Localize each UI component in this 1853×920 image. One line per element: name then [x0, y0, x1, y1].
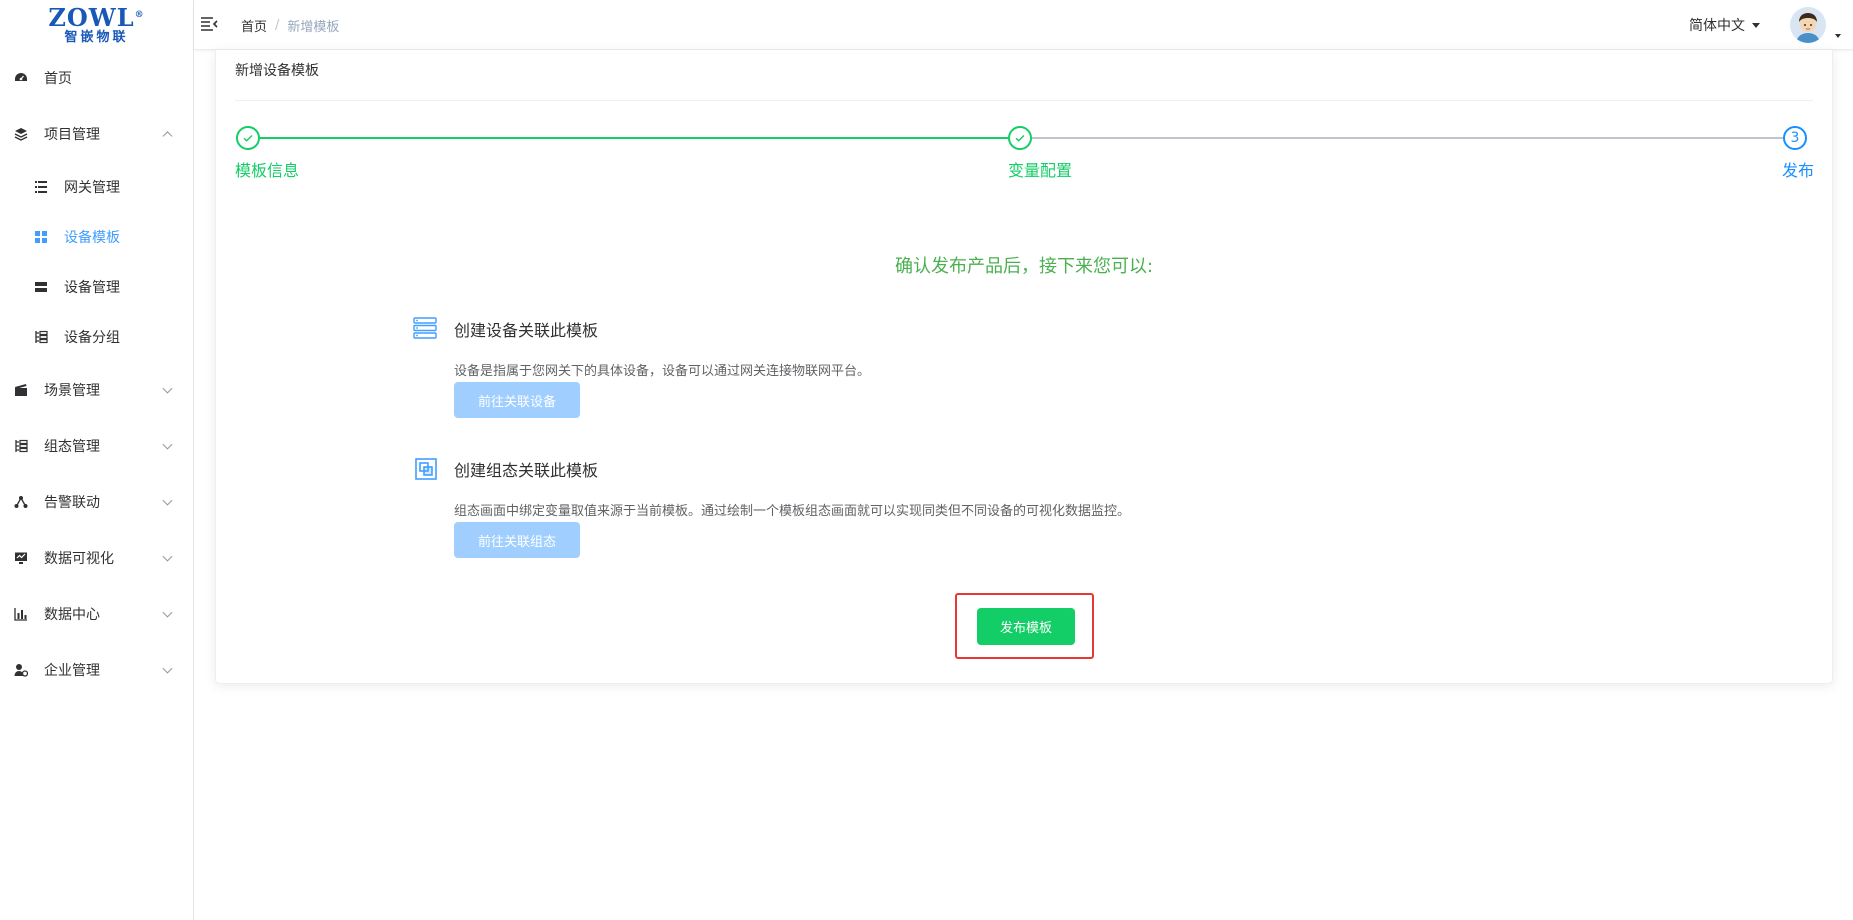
avatar[interactable] [1790, 7, 1826, 43]
sidebar-item-label: 组态管理 [44, 439, 100, 455]
sidebar-subitem-label: 网关管理 [64, 180, 120, 196]
monitor-icon [14, 551, 28, 565]
chevron-down-icon [162, 607, 173, 618]
sidebar-item-label: 场景管理 [44, 383, 100, 399]
group-icon [34, 330, 48, 344]
publish-template-button[interactable]: 发布模板 [977, 608, 1075, 645]
chevron-down-icon [162, 551, 173, 562]
sidebar-menu: 首页 项目管理 网关管理 设备模板 设备管理 设备分组 场景管理 组态管理 告警… [0, 50, 193, 698]
layers-icon [14, 127, 28, 141]
hamburger-menu-icon[interactable] [200, 15, 218, 33]
logo-line2: 智嵌物联 [64, 30, 129, 45]
sidebar-subitem-label: 设备模板 [64, 230, 120, 246]
step-3-label: 发布 [1782, 161, 1815, 180]
sidebar-item-data-center[interactable]: 数据中心 [0, 586, 193, 642]
section-device-title: 创建设备关联此模板 [454, 321, 599, 340]
user-settings-icon [14, 663, 28, 677]
logo-line1: ZOWL [48, 3, 135, 32]
list-icon [34, 180, 48, 194]
step-3-number: 3 [1783, 126, 1807, 150]
sidebar-item-enterprise-management[interactable]: 企业管理 [0, 642, 193, 698]
sidebar-item-device-management[interactable]: 设备管理 [0, 262, 193, 312]
sidebar-item-label: 数据中心 [44, 607, 100, 623]
chevron-up-icon [162, 131, 173, 142]
sidebar-item-label: 数据可视化 [44, 551, 114, 567]
logo[interactable]: ZOWL® 智嵌物联 [0, 0, 193, 50]
breadcrumb-current: 新增模板 [287, 20, 340, 35]
sidebar-item-project-management[interactable]: 项目管理 [0, 106, 193, 162]
sidebar-item-label: 项目管理 [44, 127, 100, 143]
sidebar: ZOWL® 智嵌物联 首页 项目管理 网关管理 设备模板 设备管理 设备分组 场… [0, 0, 194, 920]
divider [235, 100, 1813, 101]
language-label: 简体中文 [1689, 18, 1745, 34]
chevron-down-icon [162, 383, 173, 394]
bar-chart-icon [14, 607, 28, 621]
step-2-check-icon [1008, 126, 1032, 150]
top-navbar: 首页 / 新增模板 简体中文 [194, 0, 1853, 50]
tree-icon [14, 439, 28, 453]
sidebar-item-data-visualization[interactable]: 数据可视化 [0, 530, 193, 586]
step-line-finished [260, 137, 1020, 139]
section-device-description: 设备是指属于您网关下的具体设备，设备可以通过网关连接物联网平台。 [454, 364, 871, 379]
link-device-button[interactable]: 前往关联设备 [454, 382, 580, 418]
dashboard-icon [14, 71, 28, 85]
device-list-icon [413, 316, 437, 340]
section-configuration-description: 组态画面中绑定变量取值来源于当前模板。通过绘制一个模板组态画面就可以实现同类但不… [454, 504, 1131, 519]
section-configuration-title: 创建组态关联此模板 [454, 461, 599, 480]
language-select[interactable]: 简体中文 [1689, 15, 1760, 35]
link-nodes-icon [14, 495, 28, 509]
step-line-pending [1032, 137, 1789, 139]
chevron-down-icon [162, 663, 173, 674]
configuration-icon [414, 457, 438, 481]
sidebar-item-scene-management[interactable]: 场景管理 [0, 362, 193, 418]
link-configuration-button[interactable]: 前往关联组态 [454, 522, 580, 558]
clapper-icon [14, 383, 28, 397]
chevron-down-icon [162, 439, 173, 450]
breadcrumb-separator: / [275, 18, 280, 33]
confirm-title: 确认发布产品后，接下来您可以: [894, 256, 1154, 277]
registered-mark: ® [134, 10, 145, 20]
server-icon [34, 280, 48, 294]
breadcrumb: 首页 / 新增模板 [241, 16, 339, 35]
sidebar-subitem-label: 设备分组 [64, 330, 120, 346]
sidebar-item-label: 告警联动 [44, 495, 100, 511]
caret-down-icon [1752, 22, 1760, 28]
sidebar-item-label: 企业管理 [44, 663, 100, 679]
sidebar-item-home[interactable]: 首页 [0, 50, 193, 106]
sidebar-item-alarm-linkage[interactable]: 告警联动 [0, 474, 193, 530]
breadcrumb-home[interactable]: 首页 [241, 16, 267, 35]
step-1-check-icon [236, 126, 260, 150]
grid-icon [34, 230, 48, 244]
sidebar-item-device-group[interactable]: 设备分组 [0, 312, 193, 362]
chevron-down-icon [162, 495, 173, 506]
template-card: 新增设备模板 模板信息 变量配置 3 发布 确认发布产品后，接下来您可以: 创建… [215, 50, 1833, 684]
sidebar-subitem-label: 设备管理 [64, 280, 120, 296]
sidebar-item-label: 首页 [44, 71, 72, 87]
avatar-caret-icon[interactable] [1835, 34, 1841, 38]
sidebar-item-device-template[interactable]: 设备模板 [0, 212, 193, 262]
step-2-label: 变量配置 [1008, 161, 1073, 180]
card-title: 新增设备模板 [235, 63, 319, 79]
sidebar-item-configuration-management[interactable]: 组态管理 [0, 418, 193, 474]
sidebar-item-gateway-management[interactable]: 网关管理 [0, 162, 193, 212]
step-1-label: 模板信息 [235, 161, 300, 180]
